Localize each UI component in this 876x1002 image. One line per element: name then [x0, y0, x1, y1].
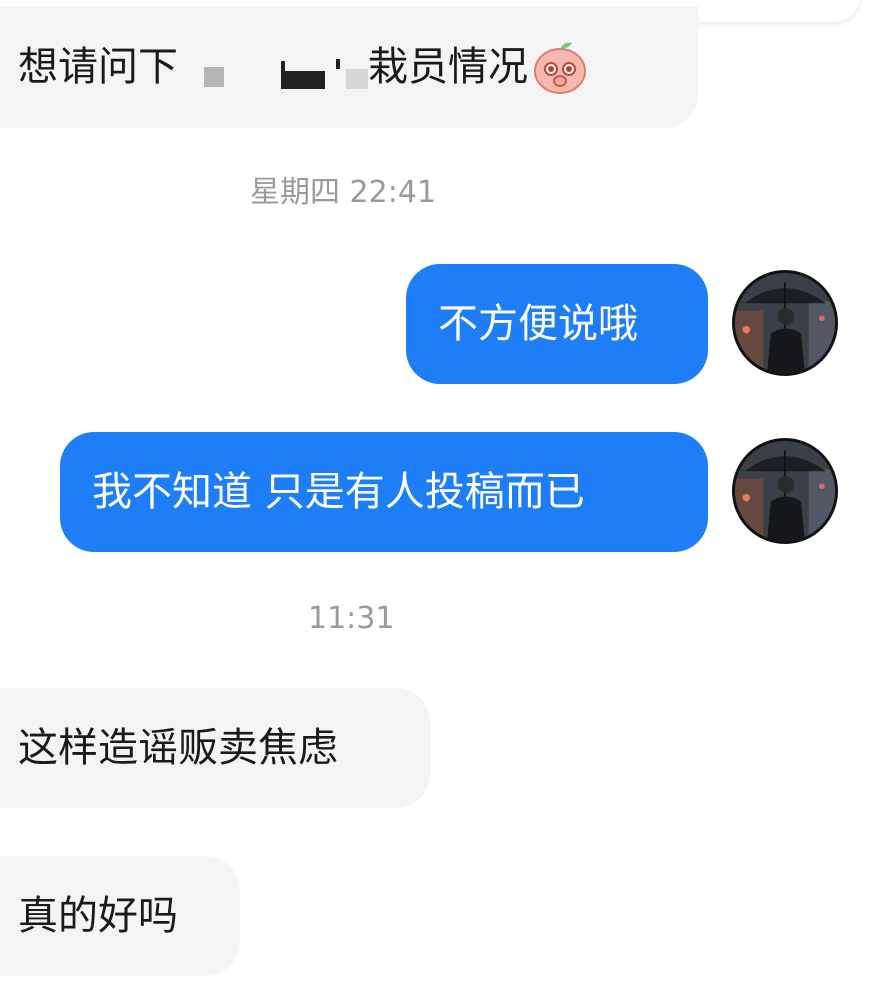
incoming-message-bubble[interactable]: 真的好吗 [0, 856, 240, 976]
chat-screen: 想请问下 栽员情况 星期四 22:41 不方便说哦 我不知道 只是有人投稿而已 … [0, 0, 876, 1002]
redaction-mark [188, 37, 368, 97]
message-text-after: 栽员情况 [368, 44, 528, 90]
incoming-message-bubble[interactable]: 想请问下 栽员情况 [0, 6, 698, 128]
incoming-message-bubble[interactable]: 这样造谣贩卖焦虑 [0, 688, 430, 808]
man-with-umbrella-avatar-icon [735, 273, 835, 373]
user-avatar[interactable] [732, 438, 838, 544]
timestamp: 星期四 22:41 [250, 175, 436, 210]
man-with-umbrella-avatar-icon [735, 441, 835, 541]
user-avatar[interactable] [732, 270, 838, 376]
message-text: 真的好吗 [18, 893, 178, 939]
timestamp: 11:31 [308, 601, 395, 636]
message-text-before: 想请问下 [18, 44, 178, 90]
peach-sticker-emoji [532, 39, 588, 95]
outgoing-message-bubble[interactable]: 不方便说哦 [406, 264, 708, 384]
outgoing-message-bubble[interactable]: 我不知道 只是有人投稿而已 [60, 432, 708, 552]
message-text: 我不知道 只是有人投稿而已 [92, 469, 585, 515]
message-text: 这样造谣贩卖焦虑 [18, 725, 338, 771]
message-text: 不方便说哦 [438, 301, 638, 347]
